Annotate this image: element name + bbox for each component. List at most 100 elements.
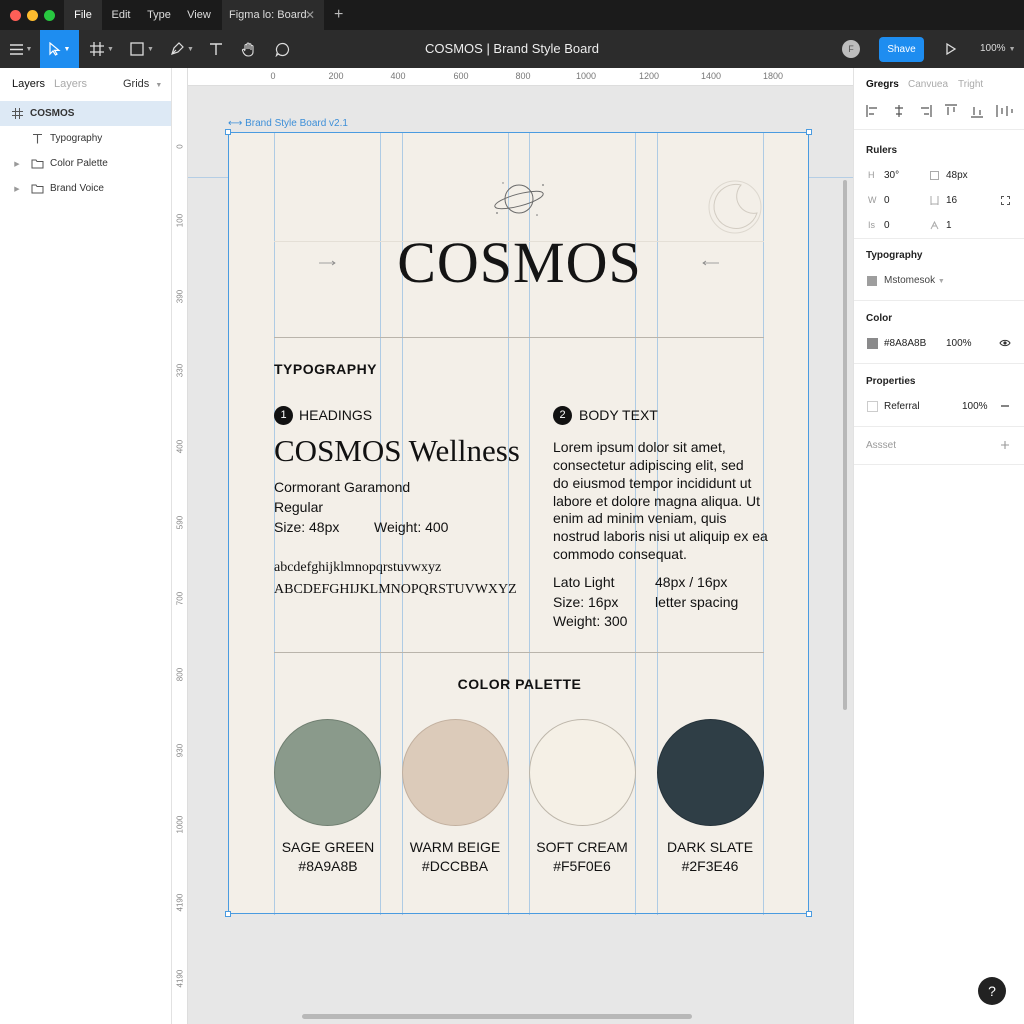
h-value[interactable]: 30° <box>884 170 899 181</box>
pen-tool-button[interactable]: ▼ <box>166 30 198 68</box>
headings-label: HEADINGS <box>299 407 373 423</box>
ruler-tick-label: 4190 <box>175 893 185 912</box>
body-sample-line: consectetur adipiscing elit, sed <box>553 457 744 473</box>
main-menu-button[interactable]: ▼ <box>6 30 36 68</box>
share-button[interactable]: Shave <box>879 37 924 62</box>
menu-file[interactable]: File <box>64 0 102 30</box>
menu-type[interactable]: Type <box>142 0 176 30</box>
brand-style-board-frame[interactable]: COSMOS TYPOGRAPHY 1 HEADINGS COSMOS Well… <box>228 132 809 915</box>
line-height-value[interactable]: 16 <box>946 195 957 206</box>
size-value[interactable]: 48px <box>946 170 968 181</box>
body-sample-line: commodo consequat. <box>553 546 687 562</box>
tab-prototype[interactable]: Tright <box>958 79 983 90</box>
property-checkbox[interactable] <box>867 401 878 412</box>
letter-spacing-value[interactable]: 1 <box>946 220 952 231</box>
align-left-icon[interactable] <box>866 104 880 118</box>
ruler-tick-label: 400 <box>175 439 185 454</box>
color-opacity-input[interactable]: 100% <box>946 338 972 349</box>
eye-icon[interactable] <box>999 338 1011 348</box>
ruler-tick-label: 400 <box>390 71 406 81</box>
help-button[interactable]: ? <box>978 977 1006 1005</box>
is-value[interactable]: 0 <box>884 220 890 231</box>
text-tool-button[interactable] <box>204 30 228 68</box>
minus-icon[interactable] <box>1000 401 1010 411</box>
canvas[interactable]: 0 200 400 600 800 1000 1200 1400 1800 0 … <box>172 68 853 1024</box>
document-title[interactable]: COSMOS | Brand Style Board <box>400 30 624 68</box>
swatch-name: SOFT CREAM <box>536 839 628 855</box>
color-hex-input[interactable]: #8A8A8B <box>884 338 926 349</box>
chevron-right-icon[interactable]: ▶ <box>10 160 24 168</box>
close-tab-icon[interactable]: ✕ <box>305 0 315 30</box>
document-tab[interactable]: Figma lo: Board ✕ <box>222 0 324 30</box>
property-name: Referral <box>884 401 920 412</box>
resize-handle[interactable] <box>806 911 812 917</box>
body-font-weight: Weight: 300 <box>553 613 628 629</box>
vertical-scrollbar[interactable] <box>843 180 847 710</box>
tab-layers[interactable]: Layers <box>12 78 45 90</box>
frame-tool-button[interactable]: ▼ <box>86 30 118 68</box>
ruler-tick-label: 800 <box>515 71 531 81</box>
w-value[interactable]: 0 <box>884 195 890 206</box>
layer-label: COSMOS <box>30 108 75 119</box>
ruler-tick-label: 1000 <box>575 71 597 81</box>
align-top-icon[interactable] <box>944 104 958 118</box>
minimize-window-button[interactable] <box>27 10 38 21</box>
swatch-sage-green[interactable] <box>274 719 381 826</box>
chevron-down-icon: ▼ <box>107 45 114 53</box>
align-center-horizontal-icon[interactable] <box>892 104 906 118</box>
comment-tool-button[interactable] <box>270 30 294 68</box>
hand-tool-button[interactable] <box>236 30 260 68</box>
swatch-dark-slate[interactable] <box>657 719 764 826</box>
avatar[interactable]: F <box>842 40 860 58</box>
layers-panel: Layers Layers Grids ▼ COSMOS Typography … <box>0 68 172 1024</box>
present-button[interactable] <box>944 39 958 59</box>
layer-item-typography[interactable]: Typography <box>0 126 171 151</box>
close-window-button[interactable] <box>10 10 21 21</box>
tab-canvas[interactable]: Canvuea <box>908 79 948 90</box>
property-value[interactable]: 100% <box>962 401 988 412</box>
horizontal-ruler: 0 200 400 600 800 1000 1200 1400 1800 <box>188 68 853 86</box>
ruler-tick-label: 0 <box>270 71 276 81</box>
new-tab-button[interactable]: + <box>334 0 343 30</box>
tab-layers-secondary[interactable]: Layers <box>54 78 87 90</box>
resize-handle[interactable] <box>225 911 231 917</box>
shape-tool-button[interactable]: ▼ <box>126 30 158 68</box>
menu-edit[interactable]: Edit <box>106 0 136 30</box>
color-swatch[interactable] <box>867 338 878 349</box>
hamburger-menu-icon <box>9 43 23 55</box>
ruler-tick-label: 390 <box>175 289 185 304</box>
expand-icon[interactable] <box>1001 196 1010 205</box>
ruler-tick-label: 0 <box>175 144 185 149</box>
heading-sample: COSMOS Wellness <box>274 433 520 468</box>
chevron-right-icon[interactable]: ▶ <box>10 185 24 193</box>
align-bottom-icon[interactable] <box>970 104 984 118</box>
zoom-dropdown[interactable]: 100% ▼ <box>980 30 1016 68</box>
size-icon <box>930 171 939 180</box>
maximize-window-button[interactable] <box>44 10 55 21</box>
vertical-ruler: 0 100 390 330 400 590 700 800 930 1000 4… <box>172 68 188 1024</box>
move-tool-button[interactable]: ▼ <box>40 30 79 68</box>
planet-icon <box>494 182 544 216</box>
layer-label: Brand Voice <box>50 183 104 194</box>
font-dropdown[interactable]: Mstomesok ▼ <box>884 275 945 286</box>
resize-handle[interactable] <box>806 129 812 135</box>
layer-item-brand-voice[interactable]: ▶ Brand Voice <box>0 176 171 201</box>
plus-icon[interactable] <box>1000 440 1010 450</box>
divider <box>274 337 764 338</box>
tab-design[interactable]: Gregrs <box>866 79 899 90</box>
frame-label[interactable]: ⟷ Brand Style Board v2.1 <box>228 118 348 129</box>
menu-view[interactable]: View <box>182 0 216 30</box>
number-badge: 1 <box>274 406 293 425</box>
layer-item-color-palette[interactable]: ▶ Color Palette <box>0 151 171 176</box>
layer-item-cosmos[interactable]: COSMOS <box>0 101 171 126</box>
tab-grids[interactable]: Grids ▼ <box>123 78 162 90</box>
distribute-icon[interactable] <box>996 104 1014 118</box>
align-right-icon[interactable] <box>918 104 932 118</box>
resize-handle[interactable] <box>225 129 231 135</box>
horizontal-scrollbar[interactable] <box>302 1014 692 1019</box>
ruler-tick-label: 600 <box>453 71 469 81</box>
swatch-warm-beige[interactable] <box>402 719 509 826</box>
swatch-soft-cream[interactable] <box>529 719 636 826</box>
ruler-tick-label: 1200 <box>638 71 660 81</box>
swatch-hex: #2F3E46 <box>681 858 739 874</box>
